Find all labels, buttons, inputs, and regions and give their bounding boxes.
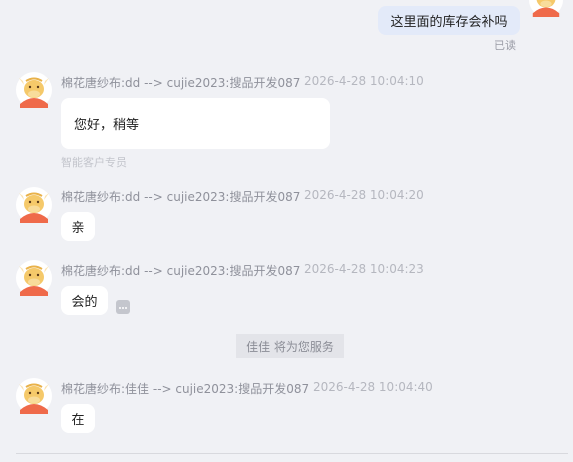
message-bubble: 在 bbox=[61, 404, 95, 433]
bull-mascot-avatar-icon bbox=[16, 187, 52, 223]
message-bubble: 亲 bbox=[61, 212, 95, 241]
sender-avatar[interactable] bbox=[16, 187, 52, 223]
sender-name: 棉花唐纱布:dd --> cujie2023:搜品开发087 bbox=[61, 76, 301, 90]
message-time: 2026-4-28 10:04:10 bbox=[304, 74, 424, 88]
own-message-bubble: 这里面的库存会补吗 bbox=[378, 6, 520, 35]
message-text: 在 bbox=[71, 413, 85, 428]
message-text: 亲 bbox=[71, 221, 85, 236]
more-options-icon[interactable] bbox=[116, 300, 130, 314]
agent-tag: 智能客户专员 bbox=[61, 156, 127, 169]
message-text: 您好，稍等 bbox=[74, 118, 140, 133]
sender-name: 棉花唐纱布:dd --> cujie2023:搜品开发087 bbox=[61, 264, 301, 278]
message-time: 2026-4-28 10:04:20 bbox=[304, 188, 424, 202]
message-bubble: 您好，稍等 bbox=[61, 98, 330, 149]
sender-avatar[interactable] bbox=[16, 378, 52, 414]
sender-name: 棉花唐纱布:佳佳 --> cujie2023:搜品开发087 bbox=[61, 382, 310, 396]
message-text: 会的 bbox=[71, 295, 98, 310]
sender-avatar[interactable] bbox=[16, 260, 52, 296]
bull-mascot-avatar-icon bbox=[16, 72, 52, 108]
bull-mascot-avatar-icon bbox=[16, 378, 52, 414]
read-status: 已读 bbox=[494, 39, 516, 52]
message-time: 2026-4-28 10:04:23 bbox=[304, 262, 424, 276]
message-time: 2026-4-28 10:04:40 bbox=[313, 380, 433, 394]
sender-avatar[interactable] bbox=[16, 72, 52, 108]
own-message-text: 这里面的库存会补吗 bbox=[390, 15, 508, 30]
system-notice: 佳佳 将为您服务 bbox=[236, 334, 344, 358]
sender-name: 棉花唐纱布:dd --> cujie2023:搜品开发087 bbox=[61, 190, 301, 204]
own-avatar bbox=[527, 0, 565, 17]
message-bubble: 会的 bbox=[61, 286, 108, 315]
divider bbox=[16, 453, 568, 454]
bull-mascot-avatar-icon bbox=[16, 260, 52, 296]
bull-mascot-avatar-icon bbox=[527, 0, 565, 17]
